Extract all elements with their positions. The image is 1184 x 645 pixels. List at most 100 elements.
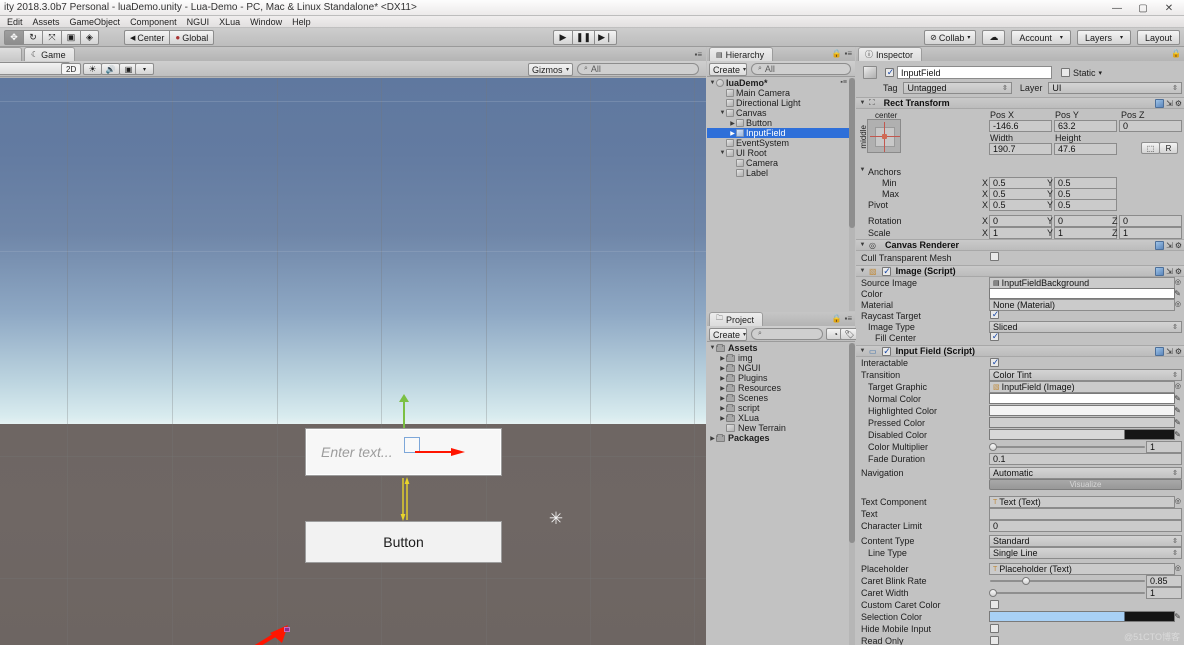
foldout-triangle-icon[interactable]: ▼ (859, 348, 866, 354)
lock-icon[interactable]: 🔒 (1171, 49, 1181, 58)
hierarchy-item-directional-light[interactable]: Directional Light (707, 98, 855, 108)
gear-icon[interactable]: ⚙ (1175, 347, 1182, 356)
foldout-triangle-icon[interactable]: ▼ (859, 268, 866, 274)
project-item-packages[interactable]: ▶ Packages (707, 433, 855, 443)
panel-menu-icon[interactable]: ▪≡ (844, 314, 852, 323)
preset-icon[interactable]: ⇲ (1166, 241, 1173, 250)
caret-blink-input[interactable]: 0.85 (1146, 575, 1182, 587)
selection-color-swatch[interactable] (989, 611, 1175, 622)
hierarchy-item-luademo[interactable]: ▼ luaDemo* ▪≡ (707, 78, 855, 88)
step-button[interactable]: ▶❘ (594, 30, 617, 45)
text-component-field[interactable]: T Text (Text) (989, 496, 1175, 508)
project-item-assets[interactable]: ▼ Assets (707, 343, 855, 353)
gameobject-name-input[interactable]: InputField (897, 66, 1052, 79)
layers-button[interactable]: Layers ▾ (1076, 30, 1131, 45)
color-multiplier-slider-knob[interactable] (989, 443, 997, 451)
help-icon[interactable] (1155, 99, 1165, 108)
project-header-icons[interactable]: 🔒 ▪≡ (832, 314, 852, 323)
lock-icon[interactable]: 🔒 (832, 49, 842, 58)
object-picker-icon[interactable]: ◎ (1175, 300, 1181, 308)
minimize-icon[interactable]: — (1104, 1, 1130, 16)
hierarchy-search-input[interactable]: ⌕ All (751, 63, 851, 75)
line-type-dropdown[interactable]: Single Line ⇳ (989, 547, 1182, 559)
component-icons[interactable]: ⇲ ⚙ (1155, 267, 1182, 276)
project-item-resources[interactable]: ▶ Resources (707, 383, 855, 393)
preset-icon[interactable]: ⇲ (1166, 347, 1173, 356)
component-header-image-script[interactable]: ▼ ▧ Image (Script) ⇲ ⚙ (856, 265, 1184, 277)
color-multiplier-input[interactable]: 1 (1146, 441, 1182, 453)
scale-x-input[interactable]: 1 (989, 227, 1052, 239)
project-scroll-thumb[interactable] (849, 343, 855, 543)
maximize-icon[interactable]: ▢ (1130, 1, 1156, 16)
foldout-triangle-icon[interactable]: ▶ (719, 385, 726, 392)
component-header-canvas-renderer[interactable]: ▼ ◎ Canvas Renderer ⇲ ⚙ (856, 239, 1184, 251)
scene-context-menu-icon[interactable]: ▪≡ (840, 79, 847, 86)
read-only-checkbox[interactable] (990, 636, 999, 645)
menu-item-component[interactable]: Component (125, 16, 182, 28)
hierarchy-item-camera[interactable]: Camera (707, 158, 855, 168)
tab-game[interactable]: ☾ Game (24, 47, 75, 61)
foldout-triangle-icon[interactable]: ▼ (859, 242, 866, 248)
project-item-script[interactable]: ▶ script (707, 403, 855, 413)
navigation-dropdown[interactable]: Automatic ⇳ (989, 467, 1182, 479)
image-color-swatch[interactable] (989, 288, 1175, 299)
caret-width-slider-knob[interactable] (989, 589, 997, 597)
gear-icon[interactable]: ⚙ (1175, 267, 1182, 276)
panel-menu-icon[interactable]: ▪≡ (844, 49, 852, 58)
hierarchy-scrollbar[interactable] (849, 78, 855, 311)
gear-icon[interactable]: ⚙ (1175, 241, 1182, 250)
panel-menu-icon[interactable]: ▪≡ (694, 50, 702, 59)
layer-dropdown[interactable]: UI ⇳ (1048, 82, 1182, 94)
shading-mode-dropdown[interactable]: ded ▾ (0, 62, 70, 75)
tag-dropdown[interactable]: Untagged ⇳ (903, 82, 1012, 94)
tab-hierarchy[interactable]: ▤ Hierarchy (709, 47, 774, 61)
eyedropper-icon[interactable]: ✎ (1174, 430, 1181, 439)
menu-item-window[interactable]: Window (245, 16, 287, 28)
transform-tool-icon[interactable]: ◈ (80, 30, 99, 45)
preset-icon[interactable]: ⇲ (1166, 267, 1173, 276)
rotation-z-input[interactable]: 0 (1119, 215, 1182, 227)
scene-viewport[interactable]: Enter text... Button ✳ (0, 78, 706, 645)
foldout-triangle-icon[interactable]: ▶ (719, 395, 726, 402)
collab-button[interactable]: ⊘ Collab ▾ (924, 30, 977, 45)
eyedropper-icon[interactable]: ✎ (1174, 612, 1181, 621)
cull-transparent-checkbox[interactable] (990, 252, 999, 261)
toggle-2d-button[interactable]: 2D (61, 63, 82, 75)
raycast-target-checkbox[interactable] (990, 309, 1000, 320)
effects-dropdown-icon[interactable]: ▾ (135, 63, 154, 75)
hierarchy-header-icons[interactable]: 🔒 ▪≡ (832, 49, 852, 58)
hierarchy-item-button[interactable]: ▶ Button (707, 118, 855, 128)
fade-duration-input[interactable]: 0.1 (989, 453, 1182, 465)
caret-width-input[interactable]: 1 (1146, 587, 1182, 599)
scale-z-input[interactable]: 1 (1119, 227, 1182, 239)
help-icon[interactable] (1155, 347, 1165, 356)
object-picker-icon[interactable]: ◎ (1175, 564, 1181, 572)
visualize-button[interactable]: Visualize (989, 479, 1182, 490)
hierarchy-item-main-camera[interactable]: Main Camera (707, 88, 855, 98)
interactable-checkbox[interactable] (990, 357, 1000, 368)
foldout-triangle-icon[interactable]: ▶ (719, 405, 726, 412)
hierarchy-item-ui-root[interactable]: ▼ UI Root (707, 148, 855, 158)
foldout-triangle-icon[interactable]: ▶ (719, 375, 726, 382)
hierarchy-item-canvas[interactable]: ▼ Canvas (707, 108, 855, 118)
menu-item-gameobject[interactable]: GameObject (65, 16, 126, 28)
rotation-y-input[interactable]: 0 (1054, 215, 1117, 227)
component-header-input-field-script[interactable]: ▼ ▭ Input Field (Script) ⇲ ⚙ (856, 345, 1184, 357)
static-dropdown-icon[interactable]: ▾ (1099, 69, 1103, 77)
foldout-triangle-icon[interactable]: ▶ (719, 365, 726, 372)
component-icons[interactable]: ⇲ ⚙ (1155, 347, 1182, 356)
hand-move-tool-icon[interactable]: ✥ (4, 30, 23, 45)
tab-inspector[interactable]: ⓘ Inspector (858, 47, 923, 61)
menu-item-ngui[interactable]: NGUI (182, 16, 215, 28)
raw-edit-mode-button[interactable]: R (1159, 142, 1178, 154)
rotate-tool-icon[interactable]: ↻ (23, 30, 42, 45)
preset-icon[interactable]: ⇲ (1166, 99, 1173, 108)
component-header-rect-transform[interactable]: ▼ ⛶ Rect Transform ⇲ ⚙ (856, 97, 1184, 109)
help-icon[interactable] (1155, 267, 1165, 276)
account-button[interactable]: Account ▾ (1011, 30, 1071, 45)
hierarchy-item-eventsystem[interactable]: EventSystem (707, 138, 855, 148)
gizmos-dropdown[interactable]: Gizmos ▾ (528, 63, 573, 76)
component-icons[interactable]: ⇲ ⚙ (1155, 99, 1182, 108)
lighting-icon[interactable]: ☀ (83, 63, 102, 75)
gear-icon[interactable]: ⚙ (1175, 99, 1182, 108)
